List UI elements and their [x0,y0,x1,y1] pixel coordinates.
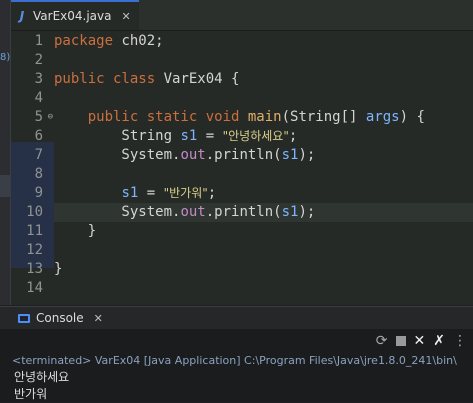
code-token: ch02; [113,33,164,49]
console-panel: Console ✕ ⟳ ✕ ✗ ⋮ <terminated> VarEx04 [… [0,306,473,402]
remove-all-terminated-icon[interactable]: ✗ [433,334,445,348]
code-editor[interactable]: J VarEx04.java ✕ 1 package ch02; 2 3 public … [11,0,473,305]
code-text: public class VarEx04 { [54,70,239,89]
editor-tab[interactable]: J VarEx04.java ✕ [11,0,139,30]
code-text: public static void main(String[] args) { [54,108,425,127]
code-token: System. [54,204,181,220]
code-token: .println( [205,147,282,163]
code-text: } [54,260,62,279]
line-number: 11 [26,223,43,239]
code-token: public static void [87,109,240,125]
code-token: "반가워" [163,186,208,200]
close-console-icon[interactable]: ✕ [94,312,103,325]
code-token: s1 [281,147,299,163]
line-number: 5 ⊖ [34,109,53,125]
code-token: ) { [399,109,425,125]
code-token: String [54,128,181,144]
code-token: ; [207,185,217,201]
code-line[interactable]: 10 System.out.println(s1); [11,203,473,222]
close-tab-icon[interactable]: ✕ [121,10,130,23]
remove-launch-icon[interactable]: ✕ [414,334,426,348]
code-line[interactable]: 2 [11,51,473,70]
line-number: 9 [34,185,43,201]
java-file-icon: J [19,9,25,23]
code-line[interactable]: 12 [11,241,473,260]
code-text: package ch02; [54,32,164,51]
code-token: package [54,33,114,49]
line-number: 4 [34,90,43,106]
left-panel-selection [0,175,10,197]
left-panel-edge: 8) [0,0,11,305]
line-number: 14 [26,280,43,296]
line-number: 6 [34,128,43,144]
line-number: 2 [34,52,43,68]
line-number: 1 [34,33,43,49]
code-token: args [365,109,400,125]
code-token: ); [298,147,316,163]
console-output-line: 안녕하세요 [14,370,70,384]
code-token: public class [54,71,156,87]
console-output-line: 반가워 [14,387,48,401]
code-token: = [197,128,223,144]
line-number: 10 [26,204,43,220]
line-number: 3 [34,71,43,87]
code-token: } [54,261,63,277]
code-line[interactable]: 7 System.out.println(s1); [11,146,473,165]
code-token: s1 [281,204,299,220]
pin-icon[interactable]: ⟳ [376,334,388,348]
code-text: System.out.println(s1); [54,146,315,165]
code-area[interactable]: 1 package ch02; 2 3 public class VarEx04 { 4 5… [11,31,473,298]
editor-tab-title: VarEx04.java [33,9,112,23]
code-token: .println( [205,204,282,220]
code-token: System. [54,147,181,163]
code-token: out [180,147,206,163]
code-text: System.out.println(s1); [54,203,315,222]
code-token: "안녕하세요" [222,129,289,143]
console-tabbar: Console ✕ [0,307,473,329]
code-token: = [138,185,164,201]
line-number: 12 [26,242,43,258]
code-token: ); [298,204,316,220]
code-line[interactable]: 14 [11,279,473,298]
console-toolbar: ⟳ ✕ ✗ ⋮ [0,329,473,353]
code-token: s1 [180,128,198,144]
terminated-status: <terminated> VarEx04 [Java Application] … [12,354,457,367]
code-token: s1 [121,185,139,201]
code-token: main [247,109,282,125]
code-text: s1 = "반가워"; [54,184,216,203]
stop-icon[interactable] [395,336,406,346]
console-icon [18,313,30,323]
console-tab-label[interactable]: Console [36,311,84,325]
code-token: out [180,204,206,220]
more-icon[interactable]: ⋮ [453,334,467,348]
code-line[interactable]: 11 } [11,222,473,241]
code-token: (String[] [281,109,366,125]
code-line[interactable]: 3 public class VarEx04 { [11,70,473,89]
line-number: 7 [34,147,43,163]
code-token: } [54,223,97,239]
code-line[interactable]: 5 ⊖ public static void main(String[] args… [11,108,473,127]
code-line[interactable]: 8 [11,165,473,184]
code-line[interactable]: 1 package ch02; [11,32,473,51]
code-line[interactable]: 13} [11,260,473,279]
code-token: VarEx04 { [155,71,240,87]
code-text: String s1 = "안녕하세요"; [54,127,297,146]
code-line[interactable]: 6 String s1 = "안녕하세요"; [11,127,473,146]
left-panel-fragment: 8) [0,52,10,63]
line-number: 8 [34,166,43,182]
code-line[interactable]: 4 [11,89,473,108]
code-text: } [54,222,96,241]
line-number: 13 [26,261,43,277]
code-token: ; [288,128,298,144]
editor-tabbar: J VarEx04.java ✕ [11,0,473,31]
fold-toggle-icon[interactable]: ⊖ [48,108,53,127]
code-line[interactable]: 9 s1 = "반가워"; [11,184,473,203]
